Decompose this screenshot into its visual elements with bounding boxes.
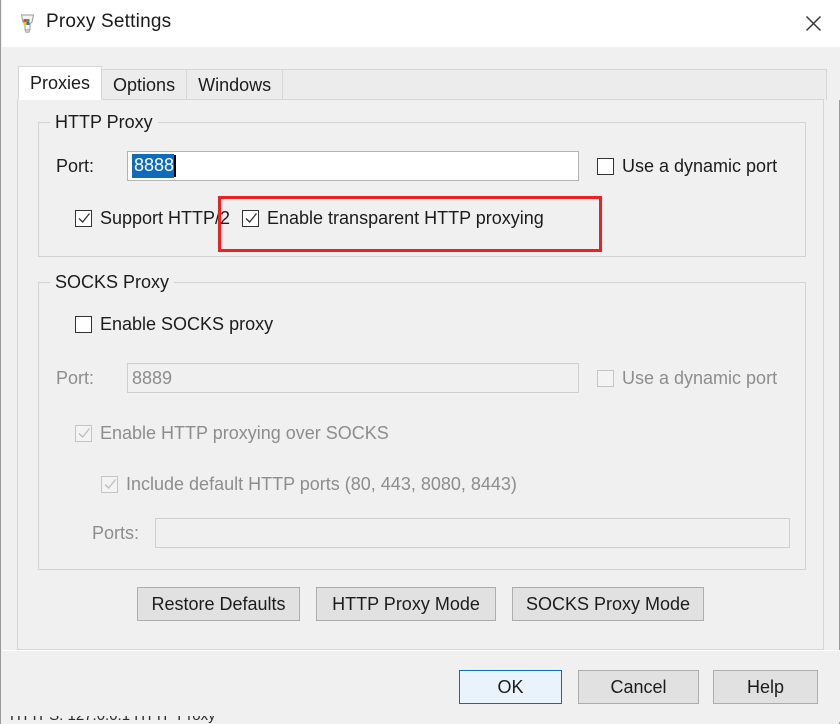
help-button[interactable]: Help [713,670,818,704]
http-use-dynamic-port-label: Use a dynamic port [622,156,778,176]
divider [2,650,840,651]
title-bar: Proxy Settings [2,0,840,47]
socks-ports-label: Ports: [92,523,140,543]
tab-row: Proxies Options Windows [18,66,828,100]
text-caret [174,155,177,177]
socks-proxy-mode-label: SOCKS Proxy Mode [525,593,691,614]
tab-proxies[interactable]: Proxies [18,66,103,100]
fiddler-app-icon [17,13,38,34]
socks-port-label: Port: [56,368,95,388]
checkbox-box-icon [597,158,614,175]
enable-transparent-http-proxying-label: Enable transparent HTTP proxying [267,208,544,228]
http-proxy-mode-button[interactable]: HTTP Proxy Mode [316,587,496,621]
tab-strip: Proxies Options Windows [2,47,840,100]
tab-windows-label: Windows [198,74,272,95]
support-http2-label: Support HTTP/2 [100,208,231,228]
window-title: Proxy Settings [46,11,172,32]
check-tick-icon [104,478,117,496]
socks-use-dynamic-port-label: Use a dynamic port [622,368,778,388]
tab-options[interactable]: Options [101,69,188,100]
tab-options-label: Options [113,74,176,95]
cancel-label: Cancel [610,676,667,697]
enable-transparent-http-proxying-checkbox[interactable]: Enable transparent HTTP proxying [242,208,544,229]
checkbox-checked-disabled-icon [101,476,118,493]
tab-windows[interactable]: Windows [186,69,284,100]
enable-socks-proxy-checkbox[interactable]: Enable SOCKS proxy [75,314,273,335]
http-port-value: 8888 [132,154,175,178]
http-proxy-group-title: HTTP Proxy [50,112,158,133]
proxy-settings-window: Proxy Settings Proxies Options Windows H… [0,0,840,724]
checkbox-checked-icon [242,210,259,227]
http-port-input[interactable]: 8888 [127,151,579,181]
check-tick-icon [78,427,91,445]
checkbox-box-icon [75,316,92,333]
check-tick-icon [245,212,258,230]
cancel-button[interactable]: Cancel [578,670,699,704]
checkbox-box-icon [597,370,614,387]
proxies-tab-page: HTTP Proxy Port: 8888 Use a dynamic port… [17,99,824,650]
socks-proxy-mode-button[interactable]: SOCKS Proxy Mode [512,587,704,621]
ok-button[interactable]: OK [459,670,562,704]
ok-label: OK [497,676,524,697]
support-http2-checkbox[interactable]: Support HTTP/2 [75,208,230,229]
include-default-http-ports-label: Include default HTTP ports (80, 443, 808… [126,474,517,494]
background-clipped-text: HTTPS: 127.0.0.1 HTTP Proxy [2,716,840,724]
http-use-dynamic-port-checkbox[interactable]: Use a dynamic port [597,156,777,177]
enable-http-proxying-over-socks-label: Enable HTTP proxying over SOCKS [100,423,389,443]
checkbox-checked-disabled-icon [75,425,92,442]
enable-socks-proxy-label: Enable SOCKS proxy [100,314,274,334]
socks-port-value: 8889 [132,367,173,388]
http-port-label: Port: [56,156,95,176]
enable-http-proxying-over-socks-checkbox[interactable]: Enable HTTP proxying over SOCKS [75,423,389,444]
socks-proxy-group: SOCKS Proxy Enable SOCKS proxy Port: 888… [38,272,806,570]
socks-proxy-group-title: SOCKS Proxy [50,272,175,293]
help-label: Help [746,676,785,697]
close-icon[interactable] [786,0,840,47]
tab-strip-filler [282,69,828,100]
checkbox-checked-icon [75,210,92,227]
socks-ports-input[interactable] [155,518,790,548]
socks-port-input[interactable]: 8889 [127,363,579,393]
dialog-button-bar: OK Cancel Help [2,650,840,722]
tab-proxies-label: Proxies [30,72,91,93]
restore-defaults-label: Restore Defaults [151,593,286,614]
check-tick-icon [78,212,91,230]
background-clipped-text-value: HTTPS: 127.0.0.1 HTTP Proxy [10,716,216,724]
socks-use-dynamic-port-checkbox[interactable]: Use a dynamic port [597,368,777,389]
include-default-http-ports-checkbox[interactable]: Include default HTTP ports (80, 443, 808… [101,474,517,495]
http-proxy-mode-label: HTTP Proxy Mode [332,593,480,614]
http-proxy-group: HTTP Proxy Port: 8888 Use a dynamic port… [38,112,806,257]
restore-defaults-button[interactable]: Restore Defaults [137,587,300,621]
